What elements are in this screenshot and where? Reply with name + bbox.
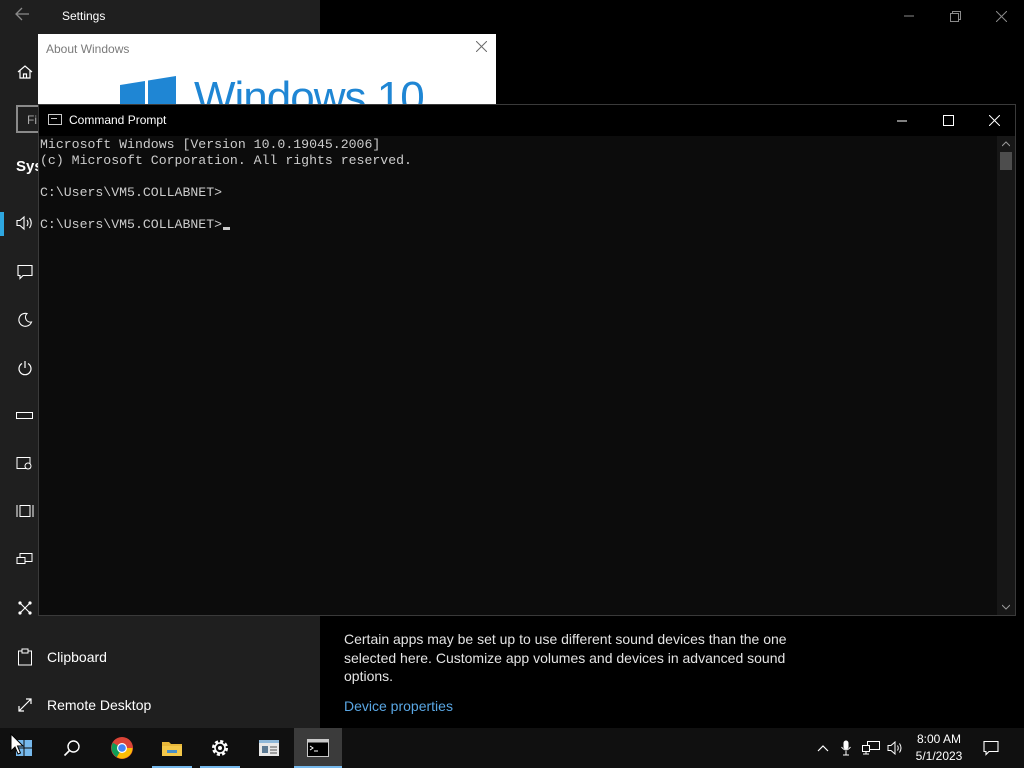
console-line: Microsoft Windows [Version 10.0.19045.20… — [40, 137, 381, 152]
cmd-scrollbar[interactable] — [997, 136, 1015, 615]
sound-icon[interactable] — [14, 212, 36, 234]
command-prompt-icon — [48, 114, 62, 125]
sidebar-item-clipboard[interactable]: Clipboard — [47, 649, 107, 665]
taskbar: 8:00 AM 5/1/2023 — [0, 728, 1024, 768]
focus-assist-icon[interactable] — [14, 309, 36, 331]
taskbar-clock[interactable]: 8:00 AM 5/1/2023 — [904, 731, 974, 765]
remote-desktop-icon — [14, 694, 36, 716]
settings-titlebar: Settings — [0, 0, 1024, 32]
cmd-minimize-button[interactable] — [879, 105, 925, 136]
cmd-close-button[interactable] — [971, 105, 1017, 136]
clock-time: 8:00 AM — [916, 732, 962, 746]
cmd-maximize-button[interactable] — [925, 105, 971, 136]
scroll-up-arrow-icon[interactable] — [997, 138, 1015, 150]
sound-devices-description: Certain apps may be set up to use differ… — [344, 631, 787, 684]
power-sleep-icon[interactable] — [14, 357, 36, 379]
clock-date: 5/1/2023 — [915, 749, 963, 763]
cmd-window-title: Command Prompt — [69, 113, 167, 127]
console-prompt: C:\Users\VM5.COLLABNET> — [40, 217, 223, 232]
tablet-icon[interactable] — [14, 453, 36, 475]
settings-gear-icon[interactable] — [196, 728, 244, 768]
console-line: (c) Microsoft Corporation. All rights re… — [40, 153, 412, 168]
battery-storage-icon[interactable] — [14, 405, 36, 427]
console-prompt-line[interactable]: C:\Users\VM5.COLLABNET> — [40, 217, 231, 233]
console-line: C:\Users\VM5.COLLABNET> — [40, 185, 223, 200]
shared-experiences-icon[interactable] — [14, 597, 36, 619]
device-properties-link[interactable]: Device properties — [344, 698, 453, 714]
about-windows-title: About Windows — [46, 42, 130, 56]
text-cursor — [223, 227, 231, 230]
search-icon[interactable] — [48, 728, 96, 768]
command-prompt-window[interactable]: Command Prompt Microsoft Windows [Versio… — [38, 104, 1016, 616]
system-info-icon[interactable] — [245, 728, 293, 768]
cmd-titlebar[interactable]: Command Prompt — [39, 105, 1015, 136]
multitasking-icon[interactable] — [14, 500, 36, 522]
action-center-icon[interactable] — [978, 728, 1004, 768]
notifications-icon[interactable] — [14, 261, 36, 283]
about-close-button[interactable] — [472, 39, 490, 57]
scroll-down-arrow-icon[interactable] — [997, 601, 1015, 613]
show-hidden-icons-chevron-icon[interactable] — [812, 728, 834, 768]
volume-icon[interactable] — [884, 728, 906, 768]
nav-active-indicator — [0, 212, 4, 236]
windows-logo-icon — [118, 75, 178, 105]
scrollbar-thumb[interactable] — [1000, 152, 1012, 170]
settings-restore-button[interactable] — [932, 0, 978, 32]
clipboard-icon — [14, 646, 36, 668]
microphone-icon[interactable] — [836, 728, 856, 768]
projecting-icon[interactable] — [14, 548, 36, 570]
file-explorer-icon[interactable] — [148, 728, 196, 768]
network-icon[interactable] — [860, 728, 882, 768]
cmd-console-output[interactable]: Microsoft Windows [Version 10.0.19045.20… — [39, 136, 997, 615]
sidebar-item-remote-desktop[interactable]: Remote Desktop — [47, 697, 151, 713]
home-icon[interactable] — [14, 61, 36, 83]
find-setting-search-input[interactable]: Fi — [16, 105, 38, 133]
settings-close-button[interactable] — [978, 0, 1024, 32]
settings-minimize-button[interactable] — [886, 0, 932, 32]
command-prompt-taskbar-button[interactable] — [294, 728, 342, 768]
start-button[interactable] — [0, 728, 48, 768]
chrome-icon[interactable] — [98, 728, 146, 768]
about-windows-dialog: About Windows Windows 10 — [38, 34, 496, 114]
back-arrow-icon[interactable] — [14, 7, 34, 25]
settings-title: Settings — [62, 9, 106, 23]
